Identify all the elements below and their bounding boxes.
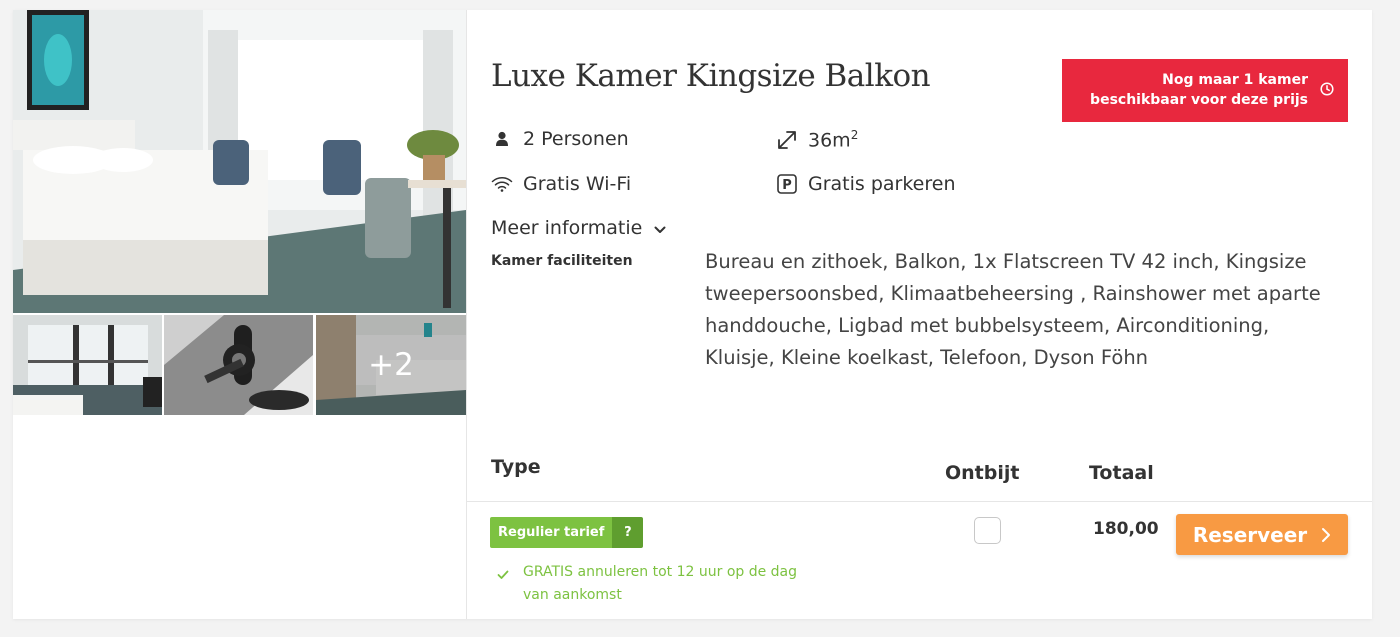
main-room-photo[interactable] xyxy=(13,10,466,313)
more-info-toggle[interactable]: Meer informatie xyxy=(491,217,666,239)
room-title: Luxe Kamer Kingsize Balkon xyxy=(491,58,931,94)
reserve-label: Reserveer xyxy=(1192,522,1308,547)
chevron-right-icon xyxy=(1321,527,1331,543)
thumbnail-hairdryer[interactable] xyxy=(164,315,313,415)
feature-wifi: Gratis Wi-Fi xyxy=(491,173,631,195)
room-card: +2 Luxe Kamer Kingsize Balkon Nog maar 1… xyxy=(13,10,1372,619)
thumbnail-more-photos[interactable]: +2 xyxy=(316,315,466,415)
more-info-label: Meer informatie xyxy=(491,217,643,239)
total-price: 180,00 xyxy=(1093,519,1159,539)
cancellation-text: GRATIS annuleren tot 12 uur op de dag va… xyxy=(523,564,798,603)
breakfast-checkbox[interactable] xyxy=(974,517,1001,544)
photo-gallery: +2 xyxy=(13,10,466,415)
clock-icon xyxy=(1320,82,1334,102)
wifi-label: Gratis Wi-Fi xyxy=(523,173,632,195)
feature-persons: 2 Personen xyxy=(491,128,629,150)
svg-text:P: P xyxy=(782,178,792,193)
rate-name: Regulier tarief xyxy=(490,517,613,548)
facilities-text: Bureau en zithoek, Balkon, 1x Flatscreen… xyxy=(705,250,1321,369)
parking-label: Gratis parkeren xyxy=(808,173,956,195)
facilities-label: Kamer faciliteiten xyxy=(491,253,633,269)
feature-size: 36m2 xyxy=(776,128,858,151)
wifi-icon xyxy=(491,176,513,192)
person-icon xyxy=(491,131,513,147)
column-divider xyxy=(466,10,467,619)
check-icon xyxy=(497,561,523,607)
reserve-button[interactable]: Reserveer xyxy=(1176,514,1348,555)
table-divider xyxy=(467,501,1372,502)
persons-label: 2 Personen xyxy=(523,128,629,150)
rate-badge: Regulier tarief ? xyxy=(490,517,644,548)
size-unit-superscript: 2 xyxy=(850,128,859,142)
thumbnail-balcony[interactable] xyxy=(13,315,162,415)
chevron-down-icon xyxy=(654,217,666,239)
cancellation-policy: GRATIS annuleren tot 12 uur op de dag va… xyxy=(497,561,823,607)
availability-badge: Nog maar 1 kamer beschikbaar voor deze p… xyxy=(1062,59,1348,122)
size-label: 36m2 xyxy=(808,128,859,152)
type-header: Type xyxy=(491,456,541,478)
total-header: Totaal xyxy=(1089,462,1154,484)
feature-parking: P Gratis parkeren xyxy=(776,173,956,195)
parking-icon: P xyxy=(776,174,798,194)
expand-arrows-icon xyxy=(776,129,798,151)
breakfast-header: Ontbijt xyxy=(945,462,1020,484)
more-photos-count: +2 xyxy=(316,315,466,415)
rate-info-button[interactable]: ? xyxy=(612,517,644,548)
availability-badge-text: Nog maar 1 kamer beschikbaar voor deze p… xyxy=(1090,72,1308,108)
